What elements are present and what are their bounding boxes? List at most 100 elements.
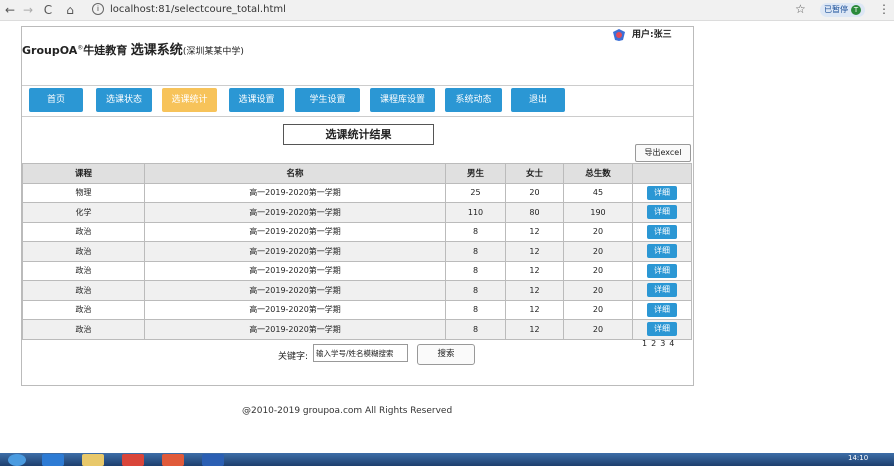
cell-female: 12	[505, 221, 564, 242]
user-icon	[613, 28, 625, 41]
cell-action: 详细	[632, 182, 692, 203]
site-info-icon[interactable]: i	[92, 3, 104, 15]
start-icon[interactable]	[8, 454, 26, 466]
cell-course: 政治	[22, 299, 145, 320]
cell-female: 12	[505, 241, 564, 262]
page-link-2[interactable]: 2	[651, 339, 656, 348]
detail-button[interactable]: 详细	[647, 244, 677, 259]
cell-total: 190	[563, 202, 633, 223]
cell-action: 详细	[632, 319, 692, 340]
page-link-1[interactable]: 1	[642, 339, 647, 348]
page-title: 选课统计结果	[283, 124, 434, 145]
cell-name: 高一2019-2020第一学期	[144, 260, 446, 281]
page-link-4[interactable]: 4	[669, 339, 674, 348]
back-icon[interactable]: ←	[2, 2, 18, 18]
browser-toolbar: ← → C ⌂ i localhost:81/selectcoure_total.…	[0, 0, 894, 21]
table-row: 政治 高一2019-2020第一学期 8 12 20 详细	[22, 260, 692, 281]
main-nav: 首页 选课状态 选课统计 选课设置 学生设置 课程库设置 系统动态 退出	[22, 86, 693, 117]
cell-name: 高一2019-2020第一学期	[144, 299, 446, 320]
cell-male: 110	[445, 202, 506, 223]
col-action	[632, 163, 692, 184]
cell-male: 8	[445, 319, 506, 340]
pagination: 1234	[642, 339, 678, 348]
bookmark-star-icon[interactable]: ☆	[795, 2, 806, 16]
col-total: 总生数	[563, 163, 633, 184]
search-input[interactable]: 输入学号/姓名模糊搜索	[313, 344, 408, 362]
chrome-icon-2[interactable]	[162, 454, 184, 466]
detail-button[interactable]: 详细	[647, 263, 677, 278]
word-icon[interactable]	[202, 454, 224, 466]
detail-button[interactable]: 详细	[647, 205, 677, 220]
col-female: 女士	[505, 163, 564, 184]
cell-female: 80	[505, 202, 564, 223]
cell-course: 政治	[22, 280, 145, 301]
user-info: 用户:张三	[612, 27, 672, 42]
cell-male: 8	[445, 260, 506, 281]
os-taskbar: 14:10	[0, 453, 894, 466]
cell-action: 详细	[632, 280, 692, 301]
cell-total: 20	[563, 241, 633, 262]
home-icon[interactable]: ⌂	[62, 2, 78, 18]
address-bar[interactable]: i localhost:81/selectcoure_total.html	[92, 2, 782, 18]
cell-female: 12	[505, 299, 564, 320]
page-link-3[interactable]: 3	[660, 339, 665, 348]
nav-course-library[interactable]: 课程库设置	[370, 88, 435, 112]
col-name: 名称	[144, 163, 446, 184]
brand-cn: 牛娃教育	[83, 44, 128, 57]
table-row: 政治 高一2019-2020第一学期 8 12 20 详细	[22, 221, 692, 242]
nav-selection-settings[interactable]: 选课设置	[229, 88, 284, 112]
search-label: 关键字:	[278, 352, 309, 362]
cell-male: 8	[445, 299, 506, 320]
detail-button[interactable]: 详细	[647, 322, 677, 337]
detail-button[interactable]: 详细	[647, 185, 677, 200]
sync-paused-badge[interactable]: 已暂停 T	[820, 3, 865, 17]
brand-name: GroupOA	[22, 44, 78, 57]
cell-course: 政治	[22, 260, 145, 281]
cell-action: 详细	[632, 221, 692, 242]
table-row: 物理 高一2019-2020第一学期 25 20 45 详细	[22, 182, 692, 203]
cell-male: 25	[445, 182, 506, 203]
cell-male: 8	[445, 280, 506, 301]
table-row: 化学 高一2019-2020第一学期 110 80 190 详细	[22, 202, 692, 223]
table-row: 政治 高一2019-2020第一学期 8 12 20 详细	[22, 280, 692, 301]
system-title: 选课系统	[130, 43, 183, 58]
table-header-row: 课程 名称 男生 女士 总生数	[22, 163, 692, 184]
cell-course: 物理	[22, 182, 145, 203]
search-button[interactable]: 搜索	[417, 344, 475, 365]
cell-total: 20	[563, 299, 633, 320]
cell-male: 8	[445, 221, 506, 242]
cell-action: 详细	[632, 260, 692, 281]
browser-menu-icon[interactable]: ⋮	[878, 2, 890, 16]
table-row: 政治 高一2019-2020第一学期 8 12 20 详细	[22, 241, 692, 262]
export-excel-button[interactable]: 导出excel	[635, 144, 691, 162]
ie-icon[interactable]	[42, 454, 64, 466]
cell-name: 高一2019-2020第一学期	[144, 319, 446, 340]
cell-total: 20	[563, 280, 633, 301]
detail-button[interactable]: 详细	[647, 283, 677, 298]
reload-icon[interactable]: C	[40, 2, 56, 18]
cell-total: 20	[563, 221, 633, 242]
folder-icon[interactable]	[82, 454, 104, 466]
table-row: 政治 高一2019-2020第一学期 8 12 20 详细	[22, 299, 692, 320]
page-header: GroupOA®牛娃教育 选课系统(深圳某某中学) 用户:张三	[22, 27, 693, 86]
profile-avatar[interactable]: T	[851, 4, 861, 15]
cell-name: 高一2019-2020第一学期	[144, 280, 446, 301]
nav-home[interactable]: 首页	[29, 88, 83, 112]
nav-student-settings[interactable]: 学生设置	[295, 88, 360, 112]
user-label: 用户:张三	[632, 30, 672, 40]
nav-selection-status[interactable]: 选课状态	[96, 88, 152, 112]
cell-male: 8	[445, 241, 506, 262]
cell-total: 20	[563, 319, 633, 340]
nav-system-news[interactable]: 系统动态	[445, 88, 502, 112]
cell-female: 12	[505, 319, 564, 340]
nav-logout[interactable]: 退出	[511, 88, 565, 112]
forward-icon[interactable]: →	[20, 2, 36, 18]
site-logo: GroupOA®牛娃教育 选课系统(深圳某某中学)	[22, 39, 244, 58]
cell-course: 化学	[22, 202, 145, 223]
detail-button[interactable]: 详细	[647, 224, 677, 239]
chrome-icon[interactable]	[122, 454, 144, 466]
detail-button[interactable]: 详细	[647, 302, 677, 317]
paused-label: 已暂停	[824, 5, 848, 14]
nav-selection-stats[interactable]: 选课统计	[162, 88, 217, 112]
table-row: 政治 高一2019-2020第一学期 8 12 20 详细	[22, 319, 692, 340]
